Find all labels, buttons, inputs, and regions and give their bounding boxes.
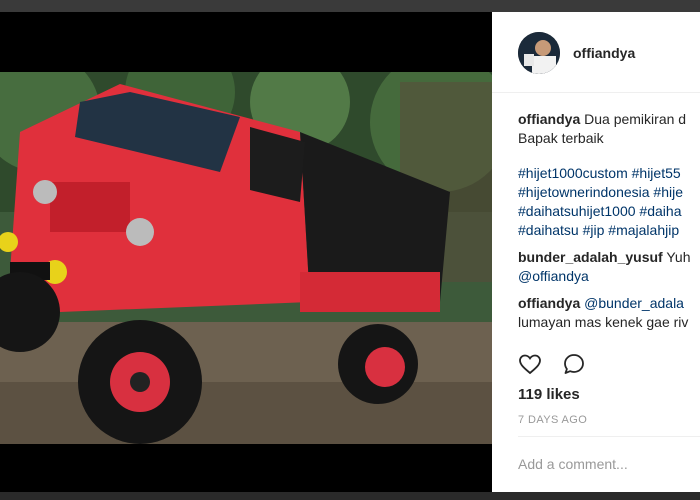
author-avatar[interactable]: [518, 32, 560, 74]
comment-bubble-icon[interactable]: [562, 352, 586, 376]
comment-username[interactable]: bunder_adalah_yusuf: [518, 249, 663, 265]
comments-list: offiandya Dua pemikiran d Bapak terbaik …: [518, 110, 700, 340]
divider: [518, 436, 700, 437]
top-bar: [0, 0, 700, 12]
post-timestamp[interactable]: 7 DAYS AGO: [518, 414, 587, 426]
post-modal: offiandya offiandya Dua pemikiran d Bapa…: [0, 0, 700, 500]
post-photo[interactable]: [0, 72, 492, 444]
comment-username[interactable]: offiandya: [518, 295, 580, 311]
add-comment-input[interactable]: Add a comment...: [518, 456, 628, 472]
caption-comment: offiandya Dua pemikiran d Bapak terbaik: [518, 110, 700, 148]
post-details-panel: offiandya offiandya Dua pemikiran d Bapa…: [492, 12, 700, 492]
hashtag-line[interactable]: #hijetownerindonesia #hije: [518, 184, 683, 200]
comment-text: Yuh: [666, 249, 691, 265]
hashtag-line[interactable]: #hijet1000custom #hijet55: [518, 165, 681, 181]
post-actions: [518, 352, 688, 376]
comment-text: Bapak terbaik: [518, 130, 604, 146]
comment-text: lumayan mas kenek gae riv: [518, 314, 689, 330]
hashtag-line[interactable]: #daihatsuhijet1000 #daiha: [518, 203, 681, 219]
post-header: offiandya: [492, 12, 700, 93]
comment-text: Dua pemikiran d: [584, 111, 687, 127]
comment: offiandya @bunder_adala lumayan mas kene…: [518, 294, 700, 332]
bottom-strip: [0, 492, 700, 500]
hashtag-block: #hijet1000custom #hijet55 #hijetownerind…: [518, 164, 700, 240]
author-username[interactable]: offiandya: [573, 45, 635, 61]
heart-icon[interactable]: [518, 352, 542, 376]
comment-mention[interactable]: @bunder_adala: [584, 295, 684, 311]
like-count[interactable]: 119 likes: [518, 386, 580, 403]
comment-username[interactable]: offiandya: [518, 111, 580, 127]
hashtag-line[interactable]: #daihatsu #jip #majalahjip: [518, 222, 679, 238]
comment: bunder_adalah_yusuf Yuh @offiandya: [518, 248, 700, 286]
comment-mention[interactable]: @offiandya: [518, 268, 589, 284]
post-media: [0, 12, 492, 494]
